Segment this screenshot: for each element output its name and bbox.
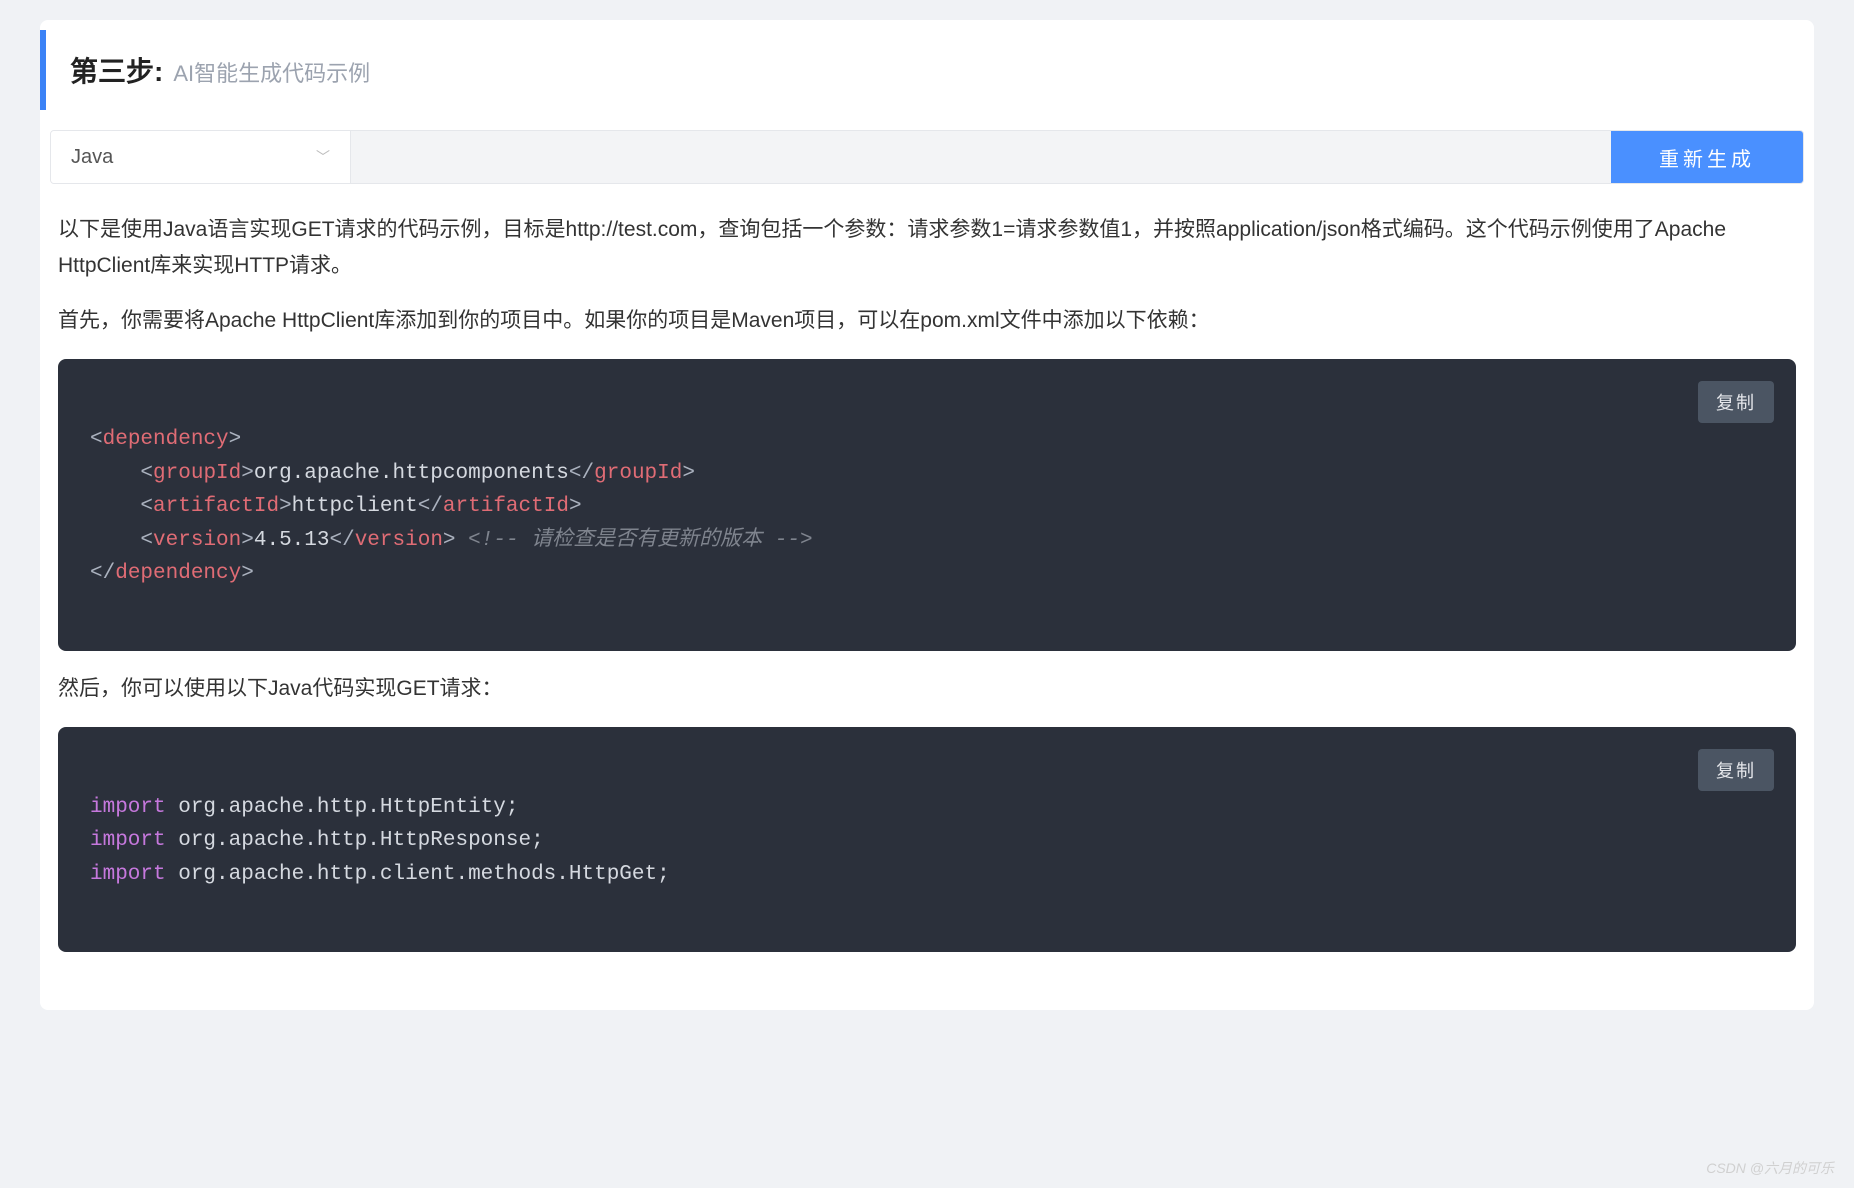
intro-paragraph-3: 然后，你可以使用以下Java代码实现GET请求： bbox=[58, 671, 1796, 707]
step-title: 第三步: bbox=[70, 50, 163, 90]
content-area: 以下是使用Java语言实现GET请求的代码示例，目标是http://test.c… bbox=[40, 184, 1814, 1000]
intro-paragraph-1: 以下是使用Java语言实现GET请求的代码示例，目标是http://test.c… bbox=[58, 212, 1796, 283]
maven-dependency-code: <dependency> <groupId>org.apache.httpcom… bbox=[90, 423, 1764, 591]
step-header: 第三步: AI智能生成代码示例 bbox=[40, 30, 1814, 110]
chevron-down-icon: ﹀ bbox=[316, 147, 330, 167]
language-selected-value: Java bbox=[71, 146, 113, 169]
java-import-code: import org.apache.http.HttpEntity; impor… bbox=[90, 791, 1764, 892]
toolbar: Java ﹀ 重新生成 bbox=[50, 130, 1804, 184]
code-block-maven: 复制 <dependency> <groupId>org.apache.http… bbox=[58, 359, 1796, 651]
regenerate-button[interactable]: 重新生成 bbox=[1611, 131, 1803, 183]
step-subtitle: AI智能生成代码示例 bbox=[173, 56, 370, 88]
main-panel: 第三步: AI智能生成代码示例 Java ﹀ 重新生成 以下是使用Java语言实… bbox=[40, 20, 1814, 1010]
watermark: CSDN @六月的可乐 bbox=[1706, 1158, 1834, 1178]
code-block-java: 复制 import org.apache.http.HttpEntity; im… bbox=[58, 727, 1796, 952]
intro-paragraph-2: 首先，你需要将Apache HttpClient库添加到你的项目中。如果你的项目… bbox=[58, 303, 1796, 339]
toolbar-spacer bbox=[351, 131, 1611, 183]
copy-button[interactable]: 复制 bbox=[1698, 381, 1774, 423]
copy-button[interactable]: 复制 bbox=[1698, 749, 1774, 791]
language-select[interactable]: Java ﹀ bbox=[51, 131, 351, 183]
